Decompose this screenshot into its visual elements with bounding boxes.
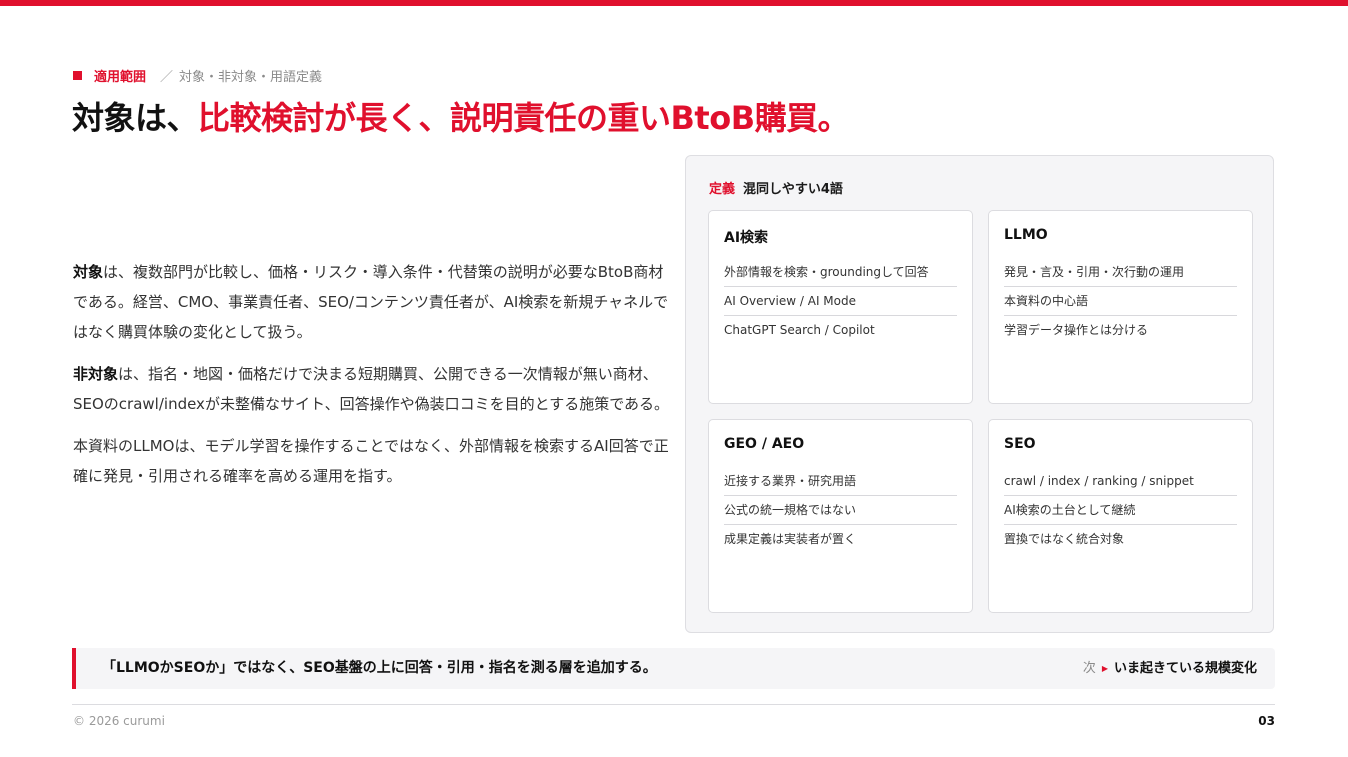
top-accent-bar [0,0,1348,6]
next-label: 次 [1082,661,1096,676]
breadcrumb: 適用範囲 ／ 対象・非対象・用語定義 [73,66,323,85]
section-label: 適用範囲 [94,69,147,85]
card-title: AI検索 [724,230,769,246]
card-row: 外部情報を検索・groundingして回答 [724,258,957,287]
key-message-text: 「LLMOかSEOか」ではなく、SEO基盤の上に回答・引用・指名を測る層を追加す… [102,660,657,676]
card-row: 発見・言及・引用・次行動の運用 [1004,258,1237,287]
card-row: 置換ではなく統合対象 [1004,532,1125,546]
next-section-link: 次 ▶ いま起きている規模変化 [1083,648,1257,689]
target-text: は、複数部門が比較し、価格・リスク・導入条件・代替策の説明が必要なBtoB商材で… [73,263,669,341]
page-number: 03 [1258,714,1275,728]
card-row: crawl / index / ranking / snippet [1004,467,1237,496]
triangle-right-icon: ▶ [1101,664,1108,673]
definitions-panel: 定義 混同しやすい4語 AI検索 外部情報を検索・groundingして回答 AI… [685,155,1274,633]
card-row: ChatGPT Search / Copilot [724,323,875,337]
non-target-text: は、指名・地図・価格だけで決まる短期購買、公開できる一次情報が無い商材、SEOの… [73,365,670,413]
definition-card-seo: SEO crawl / index / ranking / snippet AI… [988,419,1253,613]
title-lead: 対象は、 [72,99,199,137]
card-row: AI検索の土台として継続 [1004,496,1237,525]
card-row: AI Overview / AI Mode [724,287,957,316]
card-title: SEO [1004,436,1036,452]
card-title: LLMO [1004,227,1048,243]
card-row: 近接する業界・研究用語 [724,467,957,496]
card-row: 学習データ操作とは分ける [1004,323,1149,337]
accent-square-icon [73,70,82,80]
definition-card-llmo: LLMO 発見・言及・引用・次行動の運用 本資料の中心語 学習データ操作とは分け… [988,210,1253,404]
card-row: 本資料の中心語 [1004,287,1237,316]
next-section-title: いま起きている規模変化 [1113,661,1257,676]
definitions-tag: 定義 [709,182,736,197]
section-subtitle: 対象・非対象・用語定義 [179,69,323,85]
card-row: 公式の統一規格ではない [724,496,957,525]
card-title: GEO / AEO [724,436,805,452]
llmo-definition-paragraph: 本資料のLLMOは、モデル学習を操作することではなく、外部情報を検索するAI回答… [73,437,669,485]
breadcrumb-separator: ／ [160,69,174,85]
definitions-label: 混同しやすい4語 [743,182,843,197]
definition-card-geo-aeo: GEO / AEO 近接する業界・研究用語 公式の統一規格ではない 成果定義は実… [708,419,973,613]
key-message-callout: 「LLMOかSEOか」ではなく、SEO基盤の上に回答・引用・指名を測る層を追加す… [72,648,1275,689]
target-paragraph: 対象は、複数部門が比較し、価格・リスク・導入条件・代替策の説明が必要なBtoB商… [73,257,673,347]
page-title: 対象は、比較検討が長く、説明責任の重いBtoB購買。 [72,96,850,140]
footer-divider [72,704,1275,705]
non-target-paragraph: 非対象は、指名・地図・価格だけで決まる短期購買、公開できる一次情報が無い商材、S… [73,359,673,419]
title-highlight: 比較検討が長く、説明責任の重いBtoB購買。 [198,99,850,137]
target-label: 対象 [73,263,104,281]
definitions-header: 定義 混同しやすい4語 [709,178,843,197]
definition-card-ai-search: AI検索 外部情報を検索・groundingして回答 AI Overview /… [708,210,973,404]
card-row: 成果定義は実装者が置く [724,532,857,546]
non-target-label: 非対象 [73,365,119,383]
copyright: © 2026 curumi [73,714,165,728]
body-text: 対象は、複数部門が比較し、価格・リスク・導入条件・代替策の説明が必要なBtoB商… [73,257,673,503]
